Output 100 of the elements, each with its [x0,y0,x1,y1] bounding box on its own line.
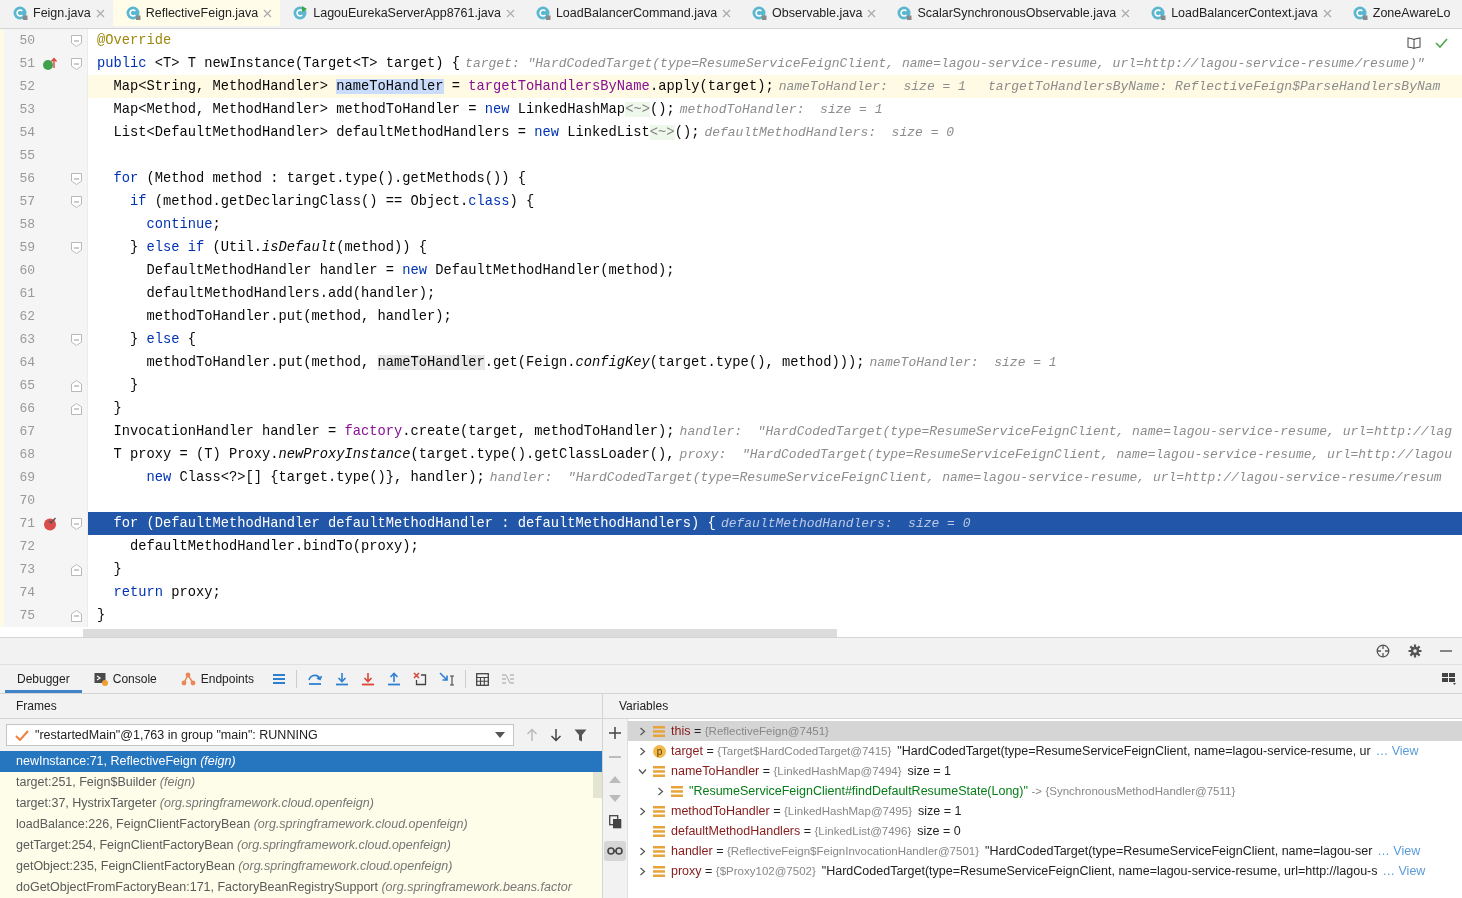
fold-icon[interactable] [70,57,82,70]
breakpoint-icon[interactable] [42,516,58,531]
editor-tab[interactable]: ScalarSynchronousObservable.java [884,0,1139,28]
variable-text: methodToHandler = {LinkedHashMap@7495} size = 1 [671,804,962,818]
variable-row[interactable]: defaultMethodHandlers = {LinkedList@7496} size = 0 [628,821,1462,841]
line-number: 55 [18,147,35,165]
code-text: InvocationHandler handler = factory.create(target, methodToHandler); [112,424,675,439]
variable-text: defaultMethodHandlers = {LinkedList@7496} size = 0 [671,824,961,838]
stack-frame[interactable]: getTarget:254, FeignClientFactoryBean (org.springframework.cloud.openfeign) [0,835,592,856]
fold-icon[interactable] [70,333,82,346]
line-number: 54 [18,124,35,142]
field-icon [671,785,683,797]
editor-tab[interactable]: Observable.java [739,0,885,28]
scrollbar-thumb[interactable] [593,772,602,798]
fold-icon[interactable] [70,195,82,208]
thread-dropdown[interactable]: "restartedMain"@1,763 in group "main": RUNNING [6,724,514,746]
fold-icon[interactable] [70,241,82,254]
line-number: 68 [18,446,35,464]
variable-row[interactable]: "ResumeServiceFeignClient#findDefaultResumeState(Long)" -> {SynchronousMethodHandler@7511} [628,781,1462,801]
tool-tab[interactable]: Endpoints [168,665,267,693]
field-icon [653,865,665,877]
code-text: Map<String, MethodHandler> nameToHandler = targetToHandlersByName.apply(target); [112,79,774,94]
line-number: 58 [18,216,35,234]
fold-icon[interactable] [70,563,82,576]
checkmark-icon[interactable] [1435,38,1448,48]
line-number: 57 [18,193,35,211]
close-icon[interactable] [1322,8,1332,18]
line-number: 72 [18,538,35,556]
run-to-cursor-icon[interactable] [439,672,456,686]
fold-icon[interactable] [70,379,82,392]
editor-tab[interactable]: LoadBalancerContext.java [1138,0,1340,28]
plus-icon[interactable] [609,727,621,739]
crosshair-icon[interactable] [1376,644,1390,658]
fold-icon[interactable] [70,517,82,530]
watches-toggle[interactable] [604,841,626,861]
fold-icon[interactable] [70,172,82,185]
close-icon[interactable] [722,8,732,18]
variable-row[interactable]: nameToHandler = {LinkedHashMap@7494} size = 1 [628,761,1462,781]
settings-icon[interactable] [1408,644,1422,658]
class-icon [534,5,551,21]
stack-frame[interactable]: newInstance:71, ReflectiveFeign (feign) [0,751,602,772]
stack-frame[interactable]: getObject:235, FeignClientFactoryBean (org.springframework.cloud.openfeign) [0,856,592,877]
class-icon [896,5,913,21]
inline-value-hint: targetToHandlersByName: ReflectiveFeign$ParseHandlersByNam [987,79,1441,94]
code-text: } else if (Util.isDefault(method)) { [129,240,428,255]
frames-title: Frames [16,699,57,713]
triangle-up-icon[interactable] [609,775,621,783]
triangle-down-icon[interactable] [609,795,621,803]
line-number: 63 [18,331,35,349]
editor-tab[interactable]: Feign.java [0,0,113,28]
variable-row[interactable]: handler = {ReflectiveFeign$FeignInvocationHandler@7501} "HardCodedTarget(type=ResumeServiceFeignClient, name=lagou-ser … View [628,841,1462,861]
variable-text: handler = {ReflectiveFeign$FeignInvocationHandler@7501} "HardCodedTarget(type=ResumeServiceFeignClient, name=lagou-ser [671,844,1373,858]
force-step-into-icon[interactable] [361,672,376,686]
line-number: 75 [18,607,35,625]
layout-icon[interactable] [1442,673,1456,685]
book-icon[interactable] [1407,37,1421,49]
line-number: 74 [18,584,35,602]
variable-row[interactable]: proxy = {$Proxy102@7502} "HardCodedTarget(type=ResumeServiceFeignClient, name=lagou-service-resume, url=http://lagou-s … View [628,861,1462,881]
step-over-icon[interactable] [307,672,324,686]
field-icon [653,765,665,777]
variable-row[interactable]: p target = {Target$HardCodedTarget@7415} "HardCodedTarget(type=ResumeServiceFeignClient, name=lagou-service-resume, ur … View [628,741,1462,761]
class-icon [12,5,28,21]
tool-tab[interactable]: Console [81,665,169,693]
console-icon [93,672,108,686]
variable-text: proxy = {$Proxy102@7502} "HardCodedTarget(type=ResumeServiceFeignClient, name=lagou-service-resume, url=http://lagou-s [671,864,1378,878]
code-text: methodToHandler.put(method, nameToHandler.get(Feign.configKey(target.type(), method))); [145,355,865,370]
editor-tab[interactable]: LoadBalancerCommand.java [522,0,740,28]
variable-row[interactable]: methodToHandler = {LinkedHashMap@7495} size = 1 [628,801,1462,821]
inline-value-hint: handler: "HardCodedTarget(type=ResumeServiceFeignClient, name=lagou-service-resume, url=http://lagou-service-resume/resum [489,470,1442,485]
editor-tab[interactable]: ReflectiveFeign.java [112,0,281,28]
line-number: 69 [18,469,35,487]
field-icon [653,845,665,857]
stack-frame[interactable]: loadBalance:226, FeignClientFactoryBean (org.springframework.cloud.openfeign) [0,814,592,835]
chevron-down-icon[interactable] [637,766,647,776]
arrow-down-icon[interactable] [550,728,562,742]
drop-frame-icon[interactable] [413,672,428,686]
stack-frame[interactable]: target:251, Feign$Builder (feign) [0,772,592,793]
menu-icon[interactable] [272,673,287,685]
stack-frame[interactable]: target:37, HystrixTargeter (org.springframework.cloud.openfeign) [0,793,592,814]
fold-icon[interactable] [70,402,82,415]
override-icon[interactable] [42,56,58,71]
step-out-icon[interactable] [387,672,402,686]
close-icon[interactable] [867,8,877,18]
fold-icon[interactable] [70,34,82,47]
filter-icon[interactable] [574,728,587,742]
close-icon[interactable] [1121,8,1131,18]
close-icon[interactable] [95,8,105,18]
stack-frame[interactable]: doGetObjectFromFactoryBean:171, FactoryBeanRegistrySupport (org.springframework.beans.factor [0,877,592,898]
step-into-icon[interactable] [335,672,350,686]
calculator-icon[interactable] [476,672,490,686]
line-number: 50 [18,32,35,50]
fold-icon[interactable] [70,609,82,622]
parameter-icon: p [653,744,666,758]
close-icon[interactable] [505,8,515,18]
close-icon[interactable] [263,8,273,18]
editor-tab[interactable]: ZoneAwareLo [1339,0,1459,28]
copy-icon[interactable] [608,815,622,829]
editor-tab[interactable]: LagouEurekaServerApp8761.java [280,0,523,28]
scrollbar-thumb[interactable] [83,629,837,637]
variable-row[interactable]: this = {ReflectiveFeign@7451} [628,721,1462,741]
